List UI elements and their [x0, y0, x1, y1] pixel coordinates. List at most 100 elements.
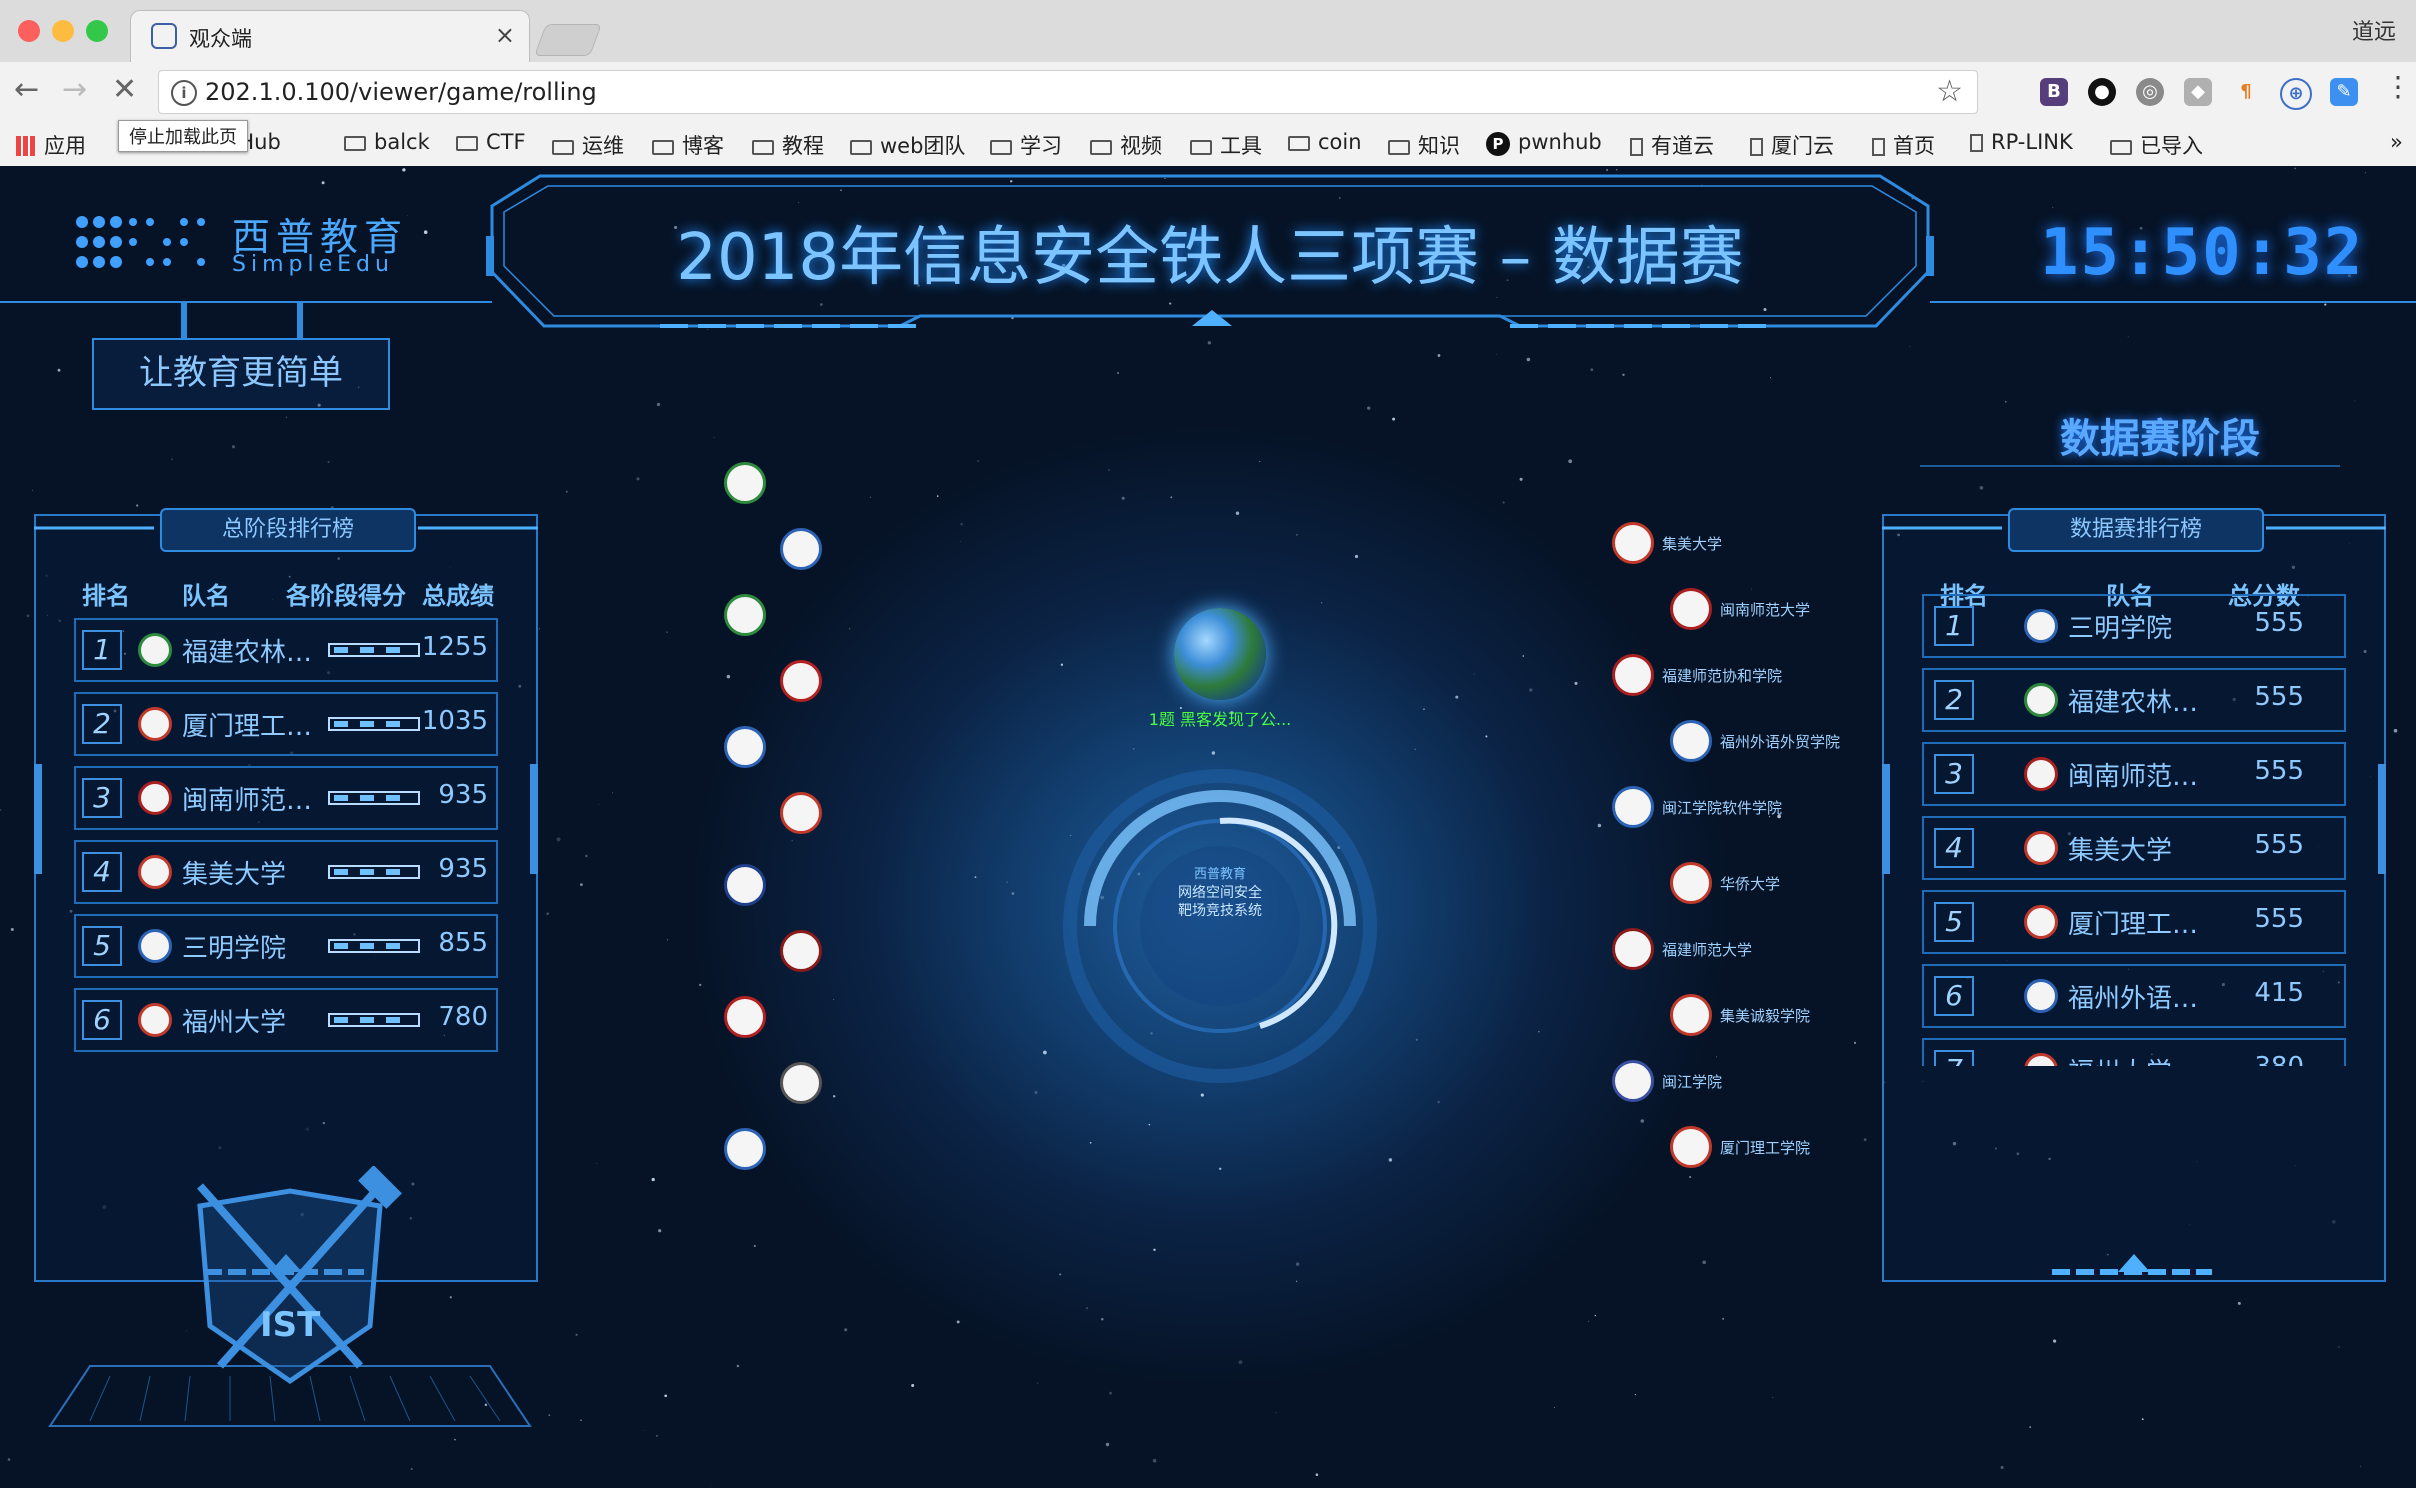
school-logo-icon[interactable] — [1670, 862, 1712, 904]
bookmark-home[interactable]: 首页 — [1872, 130, 1935, 160]
bookmark-tutorial[interactable]: 教程 — [752, 130, 824, 160]
bookmark-rp-link[interactable]: RP-LINK — [1970, 130, 2073, 154]
total-score: 935 — [438, 780, 488, 810]
bookmark-apps[interactable]: 应用 — [16, 130, 86, 160]
center-ring — [1063, 769, 1377, 1083]
school-logo-icon[interactable] — [724, 1128, 766, 1170]
school-logo-icon[interactable] — [780, 660, 822, 702]
new-tab-button[interactable] — [534, 24, 602, 56]
zoom-window-button[interactable] — [86, 20, 108, 42]
tool-extension-icon[interactable]: ◆ — [2184, 78, 2212, 106]
ranking-row[interactable]: 3 闽南师范… 555 — [1922, 740, 2346, 814]
globe-icon[interactable] — [1174, 608, 1266, 700]
school-logo-icon[interactable] — [1670, 994, 1712, 1036]
bookmark-video[interactable]: 视频 — [1090, 130, 1162, 160]
bookmark-star-icon[interactable]: ☆ — [1936, 74, 1963, 109]
ranking-row[interactable]: 5 厦门理工… 555 — [1922, 888, 2346, 962]
bookmark-ctf[interactable]: CTF — [456, 130, 526, 154]
bootstrap-extension-icon[interactable]: B — [2040, 78, 2068, 106]
school-logo-icon[interactable] — [1612, 786, 1654, 828]
ranking-row[interactable]: 4 集美大学 935 — [74, 838, 498, 912]
school-badge-icon — [2024, 609, 2058, 643]
total-score: 555 — [2254, 756, 2304, 786]
ranking-row[interactable]: 7 福州大学 380 — [1922, 1036, 2346, 1066]
ranking-row[interactable]: 2 厦门理工… 1035 — [74, 690, 498, 764]
ranking-row[interactable]: 1 福建农林… 1255 — [74, 616, 498, 690]
bookmark-tools[interactable]: 工具 — [1190, 130, 1262, 160]
current-question[interactable]: 1题 黑客发现了公... — [1100, 706, 1340, 730]
rank-number: 5 — [82, 926, 122, 966]
bookmark-web-team[interactable]: web团队 — [850, 130, 965, 160]
ranking-row[interactable]: 5 三明学院 855 — [74, 912, 498, 986]
stop-loading-icon[interactable]: ✕ — [112, 72, 137, 107]
cookie-extension-icon[interactable]: ◎ — [2136, 78, 2164, 106]
school-logo-icon[interactable] — [724, 864, 766, 906]
apps-grid-icon — [16, 136, 36, 156]
site-info-icon[interactable]: i — [171, 80, 197, 106]
bookmarks-overflow-icon[interactable]: » — [2390, 130, 2403, 154]
ranking-row[interactable]: 4 集美大学 555 — [1922, 814, 2346, 888]
school-logo-icon[interactable] — [780, 930, 822, 972]
tab-active[interactable]: 观众端 × — [130, 10, 530, 62]
bookmark-balck[interactable]: balck — [344, 130, 430, 154]
pwnhub-icon: P — [1486, 132, 1510, 156]
stage-score-bar — [328, 791, 420, 805]
pilcrow-extension-icon[interactable]: ¶ — [2232, 78, 2260, 106]
page-icon — [1750, 138, 1763, 156]
school-badge-icon — [2024, 979, 2058, 1013]
school-logo-icon[interactable] — [1612, 522, 1654, 564]
school-logo-icon[interactable] — [1670, 720, 1712, 762]
bookmark-youdao[interactable]: 有道云 — [1630, 130, 1714, 160]
ranking-row[interactable]: 3 闽南师范… 935 — [74, 764, 498, 838]
ranking-row[interactable]: 6 福州大学 780 — [74, 986, 498, 1060]
bookmark-pwnhub[interactable]: Ppwnhub — [1486, 130, 1602, 156]
team-name: 三明学院 — [2068, 614, 2173, 644]
team-name: 闽南师范… — [182, 786, 313, 816]
profile-name[interactable]: 道远 — [2352, 14, 2396, 46]
school-logo-icon[interactable] — [724, 462, 766, 504]
stage-score-bar — [328, 865, 420, 879]
school-logo-icon[interactable] — [780, 528, 822, 570]
globe-extension-icon[interactable]: ⊕ — [2280, 78, 2312, 110]
rank-number: 6 — [1934, 976, 1974, 1016]
school-logo-icon[interactable] — [1612, 1060, 1654, 1102]
ranking-row[interactable]: 1 三明学院 555 — [1922, 592, 2346, 666]
ranking-row[interactable]: 2 福建农林… 555 — [1922, 666, 2346, 740]
bookmark-xiamen-cloud[interactable]: 厦门云 — [1750, 130, 1834, 160]
back-icon[interactable]: ← — [14, 72, 39, 107]
folder-icon — [990, 140, 1012, 155]
close-window-button[interactable] — [18, 20, 40, 42]
overall-ranking-list[interactable]: 1 福建农林… 1255 2 厦门理工… 1035 3 闽南师范… 935 4 集美大学 935 5 三明… — [74, 616, 498, 1074]
bookmark-ops[interactable]: 运维 — [552, 130, 624, 160]
ranking-row[interactable]: 6 福州外语… 415 — [1922, 962, 2346, 1036]
tab-close-icon[interactable]: × — [495, 21, 515, 49]
school-logo-icon[interactable] — [1670, 1126, 1712, 1168]
school-logo-icon[interactable] — [1612, 654, 1654, 696]
address-bar[interactable]: i 202.1.0.100/viewer/game/rolling ☆ — [158, 70, 1978, 114]
data-ranking-list[interactable]: 1 三明学院 555 2 福建农林… 555 3 闽南师范… 555 4 集美大学 555 5 厦门理工…… — [1922, 592, 2346, 1066]
bookmark-study[interactable]: 学习 — [990, 130, 1062, 160]
bookmark-blog[interactable]: 博客 — [652, 130, 724, 160]
forward-icon[interactable]: → — [62, 72, 87, 107]
blue-extension-icon[interactable]: ✎ — [2330, 78, 2358, 106]
url-text[interactable]: 202.1.0.100/viewer/game/rolling — [205, 78, 597, 106]
school-logo-icon[interactable] — [724, 594, 766, 636]
minimize-window-button[interactable] — [52, 20, 74, 42]
record-extension-icon[interactable]: ● — [2088, 78, 2116, 106]
bookmark-coin[interactable]: coin — [1288, 130, 1362, 154]
school-logo-icon[interactable] — [724, 996, 766, 1038]
total-score: 380 — [2254, 1052, 2304, 1066]
school-logo-icon[interactable] — [1670, 588, 1712, 630]
bookmark-knowledge[interactable]: 知识 — [1388, 130, 1460, 160]
bookmark-imported[interactable]: 已导入 — [2110, 130, 2203, 160]
team-name: 厦门理工… — [2068, 910, 2199, 940]
clock: 15:50:32 — [2040, 216, 2365, 290]
school-logo-icon[interactable] — [780, 1062, 822, 1104]
school-logo-icon[interactable] — [1612, 928, 1654, 970]
system-name-line1: 网络空间安全 — [1178, 885, 1262, 901]
folder-icon — [1388, 140, 1410, 155]
menu-kebab-icon[interactable]: ⋮ — [2384, 70, 2412, 103]
page-icon — [1872, 138, 1885, 156]
school-logo-icon[interactable] — [724, 726, 766, 768]
school-logo-icon[interactable] — [780, 792, 822, 834]
